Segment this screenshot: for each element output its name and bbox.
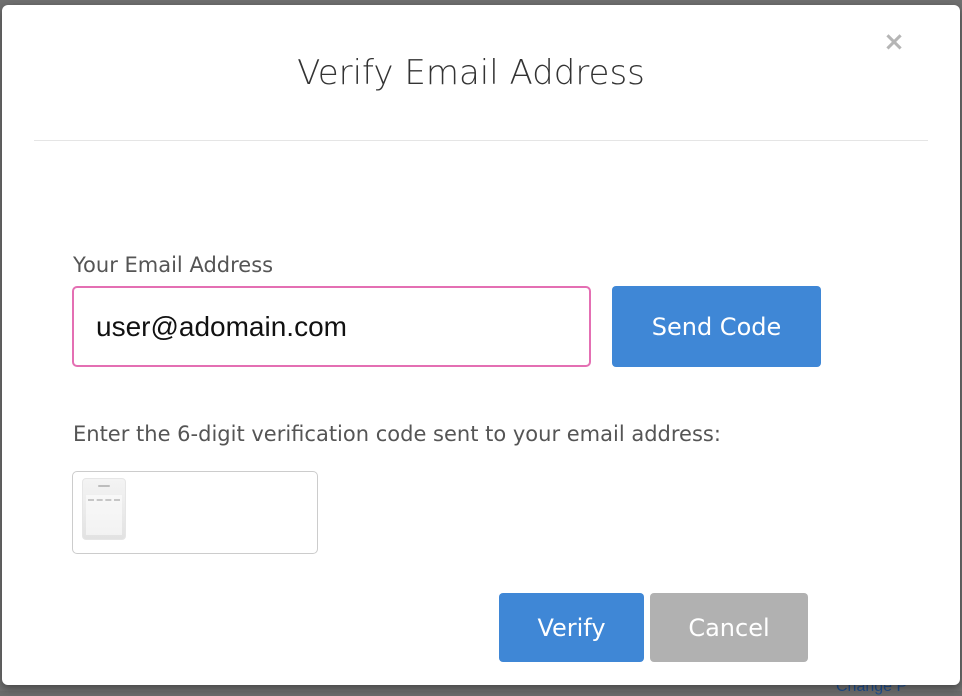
modal-title: Verify Email Address (297, 53, 645, 93)
modal-header: Verify Email Address (34, 5, 928, 141)
email-input[interactable] (72, 286, 591, 367)
close-button[interactable]: × (880, 27, 908, 57)
phone-icon (82, 478, 126, 540)
phone-speaker (98, 485, 110, 487)
phone-code-placeholder (88, 499, 120, 504)
email-label: Your Email Address (73, 253, 274, 277)
cancel-button[interactable]: Cancel (650, 593, 808, 662)
verify-email-dialog: Verify Email Address × Your Email Addres… (2, 5, 960, 685)
code-instructions: Enter the 6-digit verification code sent… (73, 422, 721, 446)
send-code-button[interactable]: Send Code (612, 286, 821, 367)
verify-button[interactable]: Verify (499, 593, 644, 662)
